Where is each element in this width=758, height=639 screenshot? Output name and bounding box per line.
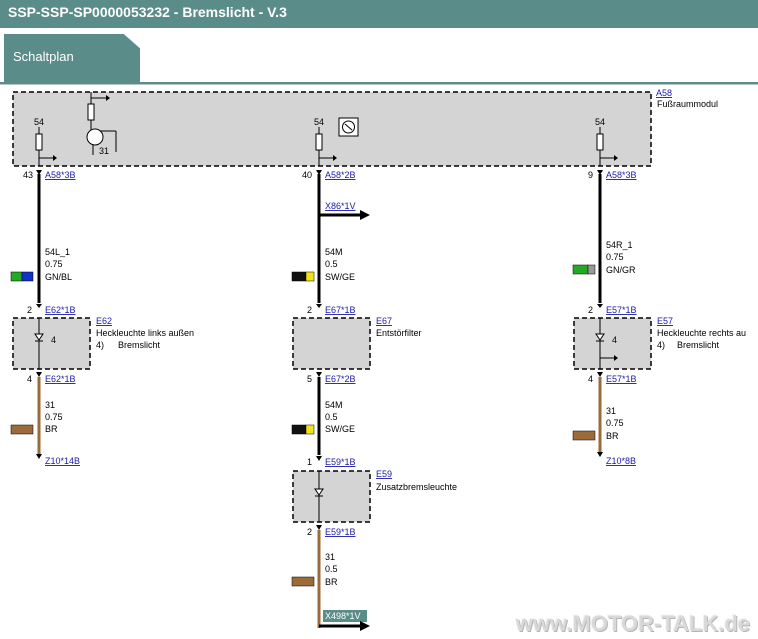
mid-component-box — [292, 317, 371, 370]
mid-branch-link[interactable]: X86*1V — [325, 201, 356, 211]
mid-wire2-color: SW/GE — [325, 424, 355, 434]
mid-pin-c2-in-link[interactable]: E59*1B — [325, 457, 356, 467]
left-top-label: 54 — [34, 117, 44, 127]
right-comp-note: Bremslicht — [677, 340, 720, 350]
right-pin-out-link[interactable]: E57*1B — [606, 374, 637, 384]
mid-pin-top-num: 40 — [302, 170, 312, 180]
transistor-pin-label: 31 — [99, 146, 109, 156]
right-wire1-name: 54R_1 — [606, 240, 633, 250]
left-ground-link[interactable]: Z10*14B — [45, 456, 80, 466]
left-comp-id[interactable]: E62 — [96, 316, 112, 326]
mid-wire2-swatch-b — [305, 424, 315, 435]
right-ground-link[interactable]: Z10*8B — [606, 456, 636, 466]
left-comp-pin: 4 — [51, 335, 56, 345]
mid-pin-c2-out-link[interactable]: E59*1B — [325, 527, 356, 537]
right-wire2-swatch — [572, 430, 596, 441]
right-wire1-size: 0.75 — [606, 252, 624, 262]
mid-comp-id[interactable]: E67 — [376, 316, 392, 326]
mid-wire1-swatch-a — [291, 271, 307, 282]
mid-end-link[interactable]: X498*1V — [325, 611, 361, 621]
module-name: Fußraummodul — [657, 99, 718, 109]
right-wire2-name: 31 — [606, 406, 616, 416]
left-comp-note: Bremslicht — [118, 340, 161, 350]
mid-wire2-size: 0.5 — [325, 412, 338, 422]
right-wire2-color: BR — [606, 431, 619, 441]
right-comp-id[interactable]: E57 — [657, 316, 673, 326]
mid-pin-out-num: 5 — [307, 374, 312, 384]
mid-wire3-size: 0.5 — [325, 564, 338, 574]
module-id[interactable]: A58 — [656, 88, 672, 98]
branch-arrow-icon — [360, 210, 370, 220]
mid-top-label: 54 — [314, 117, 324, 127]
right-wire1-swatch-b — [587, 264, 596, 275]
mid-component2-box — [292, 470, 371, 523]
mid-wire1-swatch-b — [305, 271, 315, 282]
mid-pin-in-num: 2 — [307, 305, 312, 315]
mid-pin-in-link[interactable]: E67*1B — [325, 305, 356, 315]
window-title: SSP-SSP-SP0000053232 - Bremslicht - V.3 — [8, 4, 287, 20]
mid-wire3-swatch — [291, 576, 315, 587]
mid-comp-name: Entstörfilter — [376, 328, 422, 338]
mid-wire1-size: 0.5 — [325, 259, 338, 269]
right-pin-top-link[interactable]: A58*3B — [606, 170, 637, 180]
left-wire1-swatch-b — [21, 271, 34, 282]
mid-pin-out-link[interactable]: E67*2B — [325, 374, 356, 384]
tab-schaltplan[interactable]: Schaltplan — [4, 34, 140, 82]
left-pin-out-link[interactable]: E62*1B — [45, 374, 76, 384]
end-arrow-icon — [360, 621, 370, 631]
mid-wire1-name: 54M — [325, 247, 343, 257]
left-pin-top-num: 43 — [23, 170, 33, 180]
left-pin-out-num: 4 — [27, 374, 32, 384]
title-bar: SSP-SSP-SP0000053232 - Bremslicht - V.3 — [0, 0, 758, 28]
left-wire1-size: 0.75 — [45, 259, 63, 269]
mid-pin-c2-out-num: 2 — [307, 527, 312, 537]
mid-comp2-name: Zusatzbremsleuchte — [376, 482, 457, 492]
left-wire2-swatch — [10, 424, 34, 435]
mid-pin-c2-in-num: 1 — [307, 457, 312, 467]
left-pin-in-link[interactable]: E62*1B — [45, 305, 76, 315]
left-comp-note-num: 4) — [96, 340, 104, 350]
left-wire1-name: 54L_1 — [45, 247, 70, 257]
left-wire1-color: GN/BL — [45, 272, 72, 282]
mid-wire2-name: 54M — [325, 400, 343, 410]
left-wire1-swatch-a — [10, 271, 23, 282]
right-pin-top-num: 9 — [588, 170, 593, 180]
wiring-schematic: A58 Fußraummodul 31 54 43 A58*3B 54L_1 0… — [10, 88, 746, 631]
mid-wire2-swatch-a — [291, 424, 307, 435]
left-comp-name: Heckleuchte links außen — [96, 328, 194, 338]
right-wire2-size: 0.75 — [606, 418, 624, 428]
left-wire2-size: 0.75 — [45, 412, 63, 422]
mid-wire3-name: 31 — [325, 552, 335, 562]
right-wire1-color: GN/GR — [606, 265, 636, 275]
mid-pin-top-link[interactable]: A58*2B — [325, 170, 356, 180]
left-pin-in-num: 2 — [27, 305, 32, 315]
mid-wire1-color: SW/GE — [325, 272, 355, 282]
right-comp-pin: 4 — [612, 335, 617, 345]
left-wire2-name: 31 — [45, 400, 55, 410]
column-right: 54 9 A58*3B 54R_1 0.75 GN/GR 2 E57*1B 4 … — [572, 117, 746, 466]
right-top-label: 54 — [595, 117, 605, 127]
column-middle: 54 40 A58*2B X86*1V 54M 0.5 SW/GE 2 E67*… — [291, 117, 457, 631]
right-pin-out-num: 4 — [588, 374, 593, 384]
right-pin-in-link[interactable]: E57*1B — [606, 305, 637, 315]
watermark: www.MOTOR-TALK.de — [515, 611, 750, 636]
right-pin-in-num: 2 — [588, 305, 593, 315]
column-left: 54 43 A58*3B 54L_1 0.75 GN/BL 2 E62*1B 4… — [10, 117, 194, 466]
right-comp-name: Heckleuchte rechts au — [657, 328, 746, 338]
right-wire1-swatch-a — [572, 264, 589, 275]
tab-label: Schaltplan — [13, 49, 74, 64]
right-comp-note-num: 4) — [657, 340, 665, 350]
left-wire2-color: BR — [45, 424, 58, 434]
lamp-icon — [338, 117, 359, 137]
mid-wire3-color: BR — [325, 577, 338, 587]
left-pin-top-link[interactable]: A58*3B — [45, 170, 76, 180]
mid-comp2-id[interactable]: E59 — [376, 469, 392, 479]
